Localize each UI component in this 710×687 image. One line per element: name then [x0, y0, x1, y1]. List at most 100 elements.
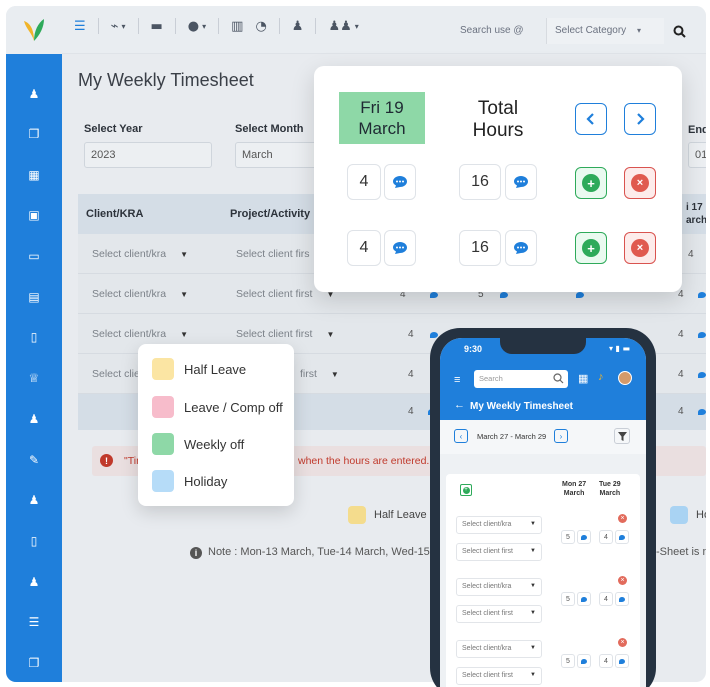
client-select[interactable]: Select clie [92, 368, 140, 380]
phone-search-input[interactable]: Search [474, 370, 568, 388]
menu-toggle-icon[interactable]: ☰ [74, 19, 86, 34]
comment-icon[interactable] [576, 292, 584, 298]
folder-icon[interactable]: ▬ [151, 19, 163, 34]
sidebar-add-user-icon[interactable]: ♟ [6, 406, 62, 432]
app-logo[interactable] [6, 6, 62, 54]
client-select[interactable]: Select client/kra ▼ [92, 248, 188, 260]
info-icon[interactable]: ● ▾ [188, 19, 206, 34]
phone-comment-button[interactable] [615, 530, 629, 544]
sidebar-trophy-icon[interactable]: ♕ [6, 365, 62, 391]
phone-client-select[interactable]: Select client/kra ▼ [456, 516, 542, 534]
hamburger-icon[interactable]: ≡ [454, 374, 460, 386]
comment-icon[interactable] [430, 292, 438, 298]
phone-delete-button[interactable]: × [618, 514, 627, 523]
phone-comment-button[interactable] [615, 654, 629, 668]
comment-button[interactable] [384, 164, 416, 200]
avatar[interactable] [618, 371, 632, 385]
total-hours-value: 16 [459, 230, 501, 266]
hours-value[interactable]: 4 [678, 329, 684, 340]
phone-hours[interactable]: 5 [561, 654, 575, 668]
sidebar-file-icon[interactable]: ▯ [6, 528, 62, 554]
sidebar-calendar-check-icon[interactable]: ▣ [6, 202, 62, 228]
col-project: Project/Activity [230, 208, 311, 220]
end-date-input[interactable]: 01- [688, 142, 706, 168]
search-button[interactable] [666, 18, 692, 44]
delete-row-button[interactable]: × [624, 167, 656, 199]
select-year-input[interactable]: 2023 [84, 142, 212, 168]
add-row-button[interactable]: + [575, 167, 607, 199]
category-select[interactable]: Select Category ▾ [546, 18, 664, 44]
chat-icon [581, 658, 587, 664]
phone-comment-button[interactable] [577, 654, 591, 668]
next-week-button[interactable]: › [554, 429, 568, 443]
sidebar-copy-icon[interactable]: ❐ [6, 121, 62, 147]
prev-week-button[interactable]: ‹ [454, 429, 468, 443]
phone-hours[interactable]: 4 [599, 530, 613, 544]
sidebar-files-icon[interactable]: ❐ [6, 650, 62, 676]
sidebar-user-icon[interactable]: ♟ [6, 81, 62, 107]
sidebar-list-icon[interactable]: ☰ [6, 609, 62, 635]
comment-icon[interactable] [698, 292, 706, 298]
dashboard-icon[interactable]: ◔ [255, 19, 266, 34]
date-range-bar: ‹ March 27 - March 29 › [440, 420, 646, 454]
select-month-input[interactable]: March [235, 142, 320, 168]
project-select[interactable]: first ▼ [300, 368, 339, 380]
phone-hours[interactable]: 4 [599, 654, 613, 668]
sidebar-feather-icon[interactable]: ✎ [6, 447, 62, 473]
phone-delete-button[interactable]: × [618, 638, 627, 647]
add-row-button[interactable]: + [575, 232, 607, 264]
phone-delete-button[interactable]: × [618, 576, 627, 585]
sidebar-calendar-icon[interactable]: ▦ [6, 162, 62, 188]
comment-button[interactable] [505, 164, 537, 200]
comment-icon[interactable] [698, 409, 706, 415]
user-icon[interactable]: ♟ [292, 19, 304, 34]
phone-mockup: 9:30 ▾ ▮ ▬ ≡ Search ▦ ♪ ← My Weekly Time… [430, 328, 656, 687]
bell-icon[interactable]: ♪ [598, 371, 604, 383]
users-icon[interactable]: ♟♟ ▾ [328, 19, 358, 34]
sidebar-user-settings-icon[interactable]: ♟ [6, 569, 62, 595]
next-button[interactable] [624, 103, 656, 135]
phone-comment-button[interactable] [577, 530, 591, 544]
prev-button[interactable] [575, 103, 607, 135]
phone-client-select[interactable]: Select client/kra ▼ [456, 578, 542, 596]
comment-button[interactable] [384, 230, 416, 266]
phone-add-button[interactable]: + [460, 484, 472, 496]
sidebar-money-icon[interactable]: ▭ [6, 243, 62, 269]
sidebar-id-card-icon[interactable]: ▤ [6, 284, 62, 310]
phone-comment-button[interactable] [577, 592, 591, 606]
phone-hours[interactable]: 5 [561, 530, 575, 544]
comment-icon[interactable] [698, 332, 706, 338]
phone-col-mon-date: Mon 27 [562, 481, 587, 488]
delete-row-button[interactable]: × [624, 232, 656, 264]
comment-button[interactable] [505, 230, 537, 266]
filter-button[interactable] [614, 428, 630, 444]
phone-hours[interactable]: 5 [561, 592, 575, 606]
sidebar-team-icon[interactable]: ♟ [6, 487, 62, 513]
project-select[interactable]: Select client first ▼ [236, 328, 334, 340]
hours-value[interactable]: 4 [408, 369, 414, 380]
comment-icon[interactable] [698, 372, 706, 378]
back-arrow-icon[interactable]: ← [454, 399, 465, 411]
hours-value[interactable]: 4 [408, 329, 414, 340]
phone-project-select[interactable]: Select client first ▼ [456, 667, 542, 685]
search-user-input[interactable]: Search use @ [454, 18, 546, 44]
phone-hours[interactable]: 4 [599, 592, 613, 606]
project-select-value: Select client first [236, 328, 313, 340]
phone-project-select[interactable]: Select client first ▼ [456, 605, 542, 623]
hours-value[interactable]: 4 [688, 249, 694, 260]
phone-comment-button[interactable] [615, 592, 629, 606]
chart-icon[interactable]: ▥ [231, 19, 243, 34]
calendar-icon[interactable]: ▦ [578, 372, 588, 385]
phone-project-select[interactable]: Select client first ▼ [456, 543, 542, 561]
client-select[interactable]: Select client/kra ▼ [92, 328, 188, 340]
comment-icon[interactable] [500, 292, 508, 298]
client-select[interactable]: Select client/kra ▼ [92, 288, 188, 300]
hours-value[interactable]: 4 [678, 289, 684, 300]
hours-input[interactable]: 4 [347, 230, 381, 266]
hours-input[interactable]: 4 [347, 164, 381, 200]
hours-value[interactable]: 4 [678, 369, 684, 380]
project-select[interactable]: Select client firs [236, 248, 310, 260]
sidebar-document-icon[interactable]: ▯ [6, 324, 62, 350]
phone-client-select[interactable]: Select client/kra ▼ [456, 640, 542, 658]
rss-icon[interactable]: ⌁ ▾ [111, 19, 126, 34]
